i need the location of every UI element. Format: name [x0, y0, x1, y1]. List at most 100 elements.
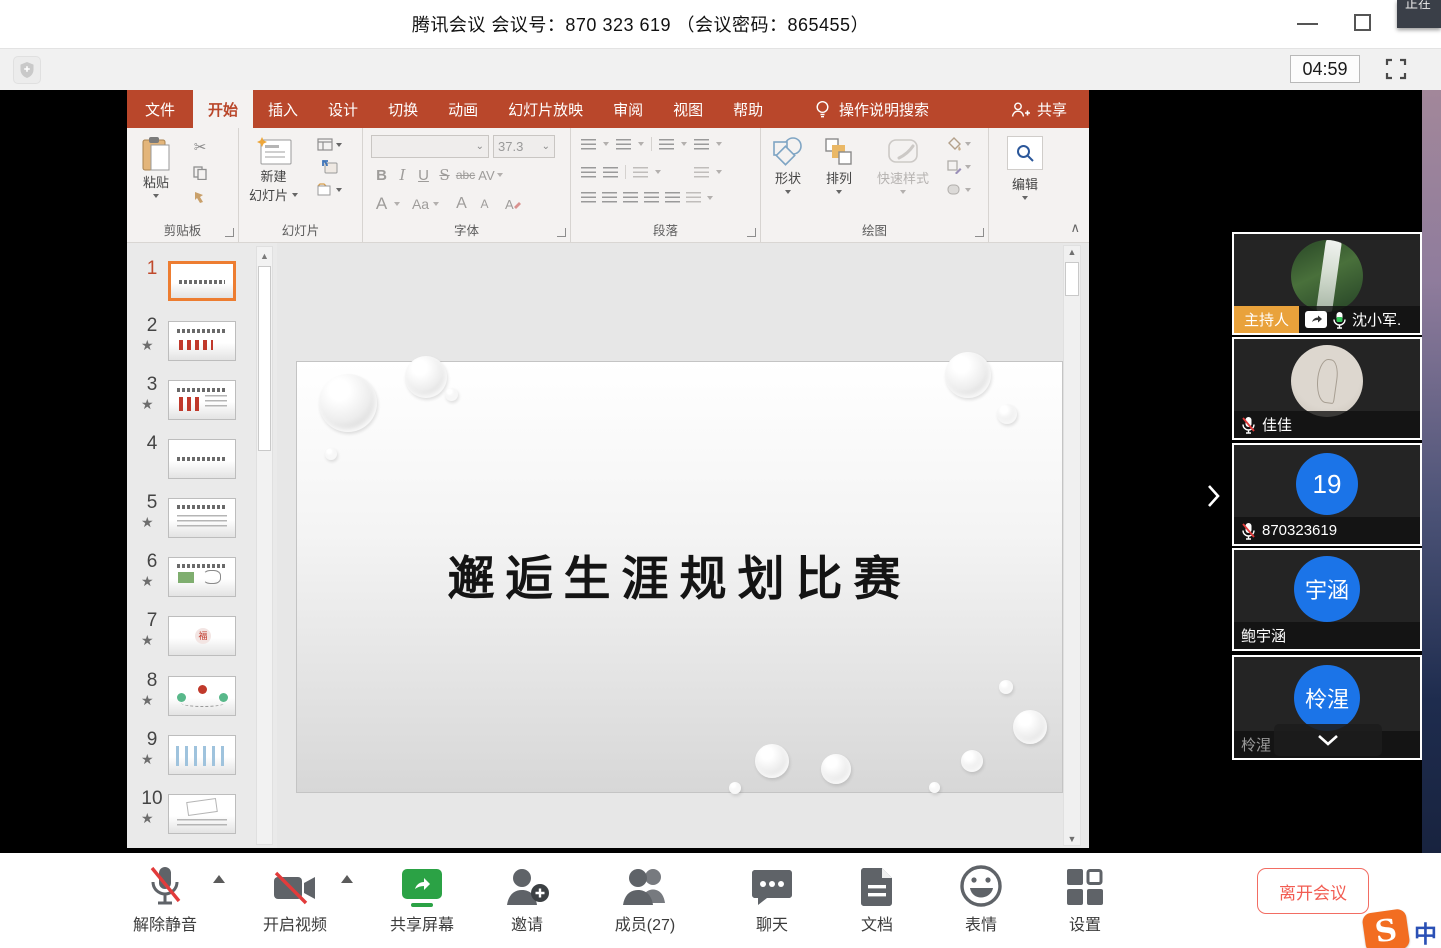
- participant-tile[interactable]: 柃湦 柃湦: [1232, 655, 1422, 760]
- numbering-button[interactable]: [616, 139, 631, 150]
- font-dialog-launcher[interactable]: [557, 228, 566, 237]
- scrollbar-thumb[interactable]: [1065, 262, 1079, 296]
- slide-6-thumb[interactable]: [168, 557, 236, 597]
- character-spacing-button[interactable]: AV: [476, 168, 497, 183]
- scroll-up-arrow-icon[interactable]: ▲: [1064, 247, 1080, 257]
- thumbnail-scrollbar[interactable]: ▲: [256, 246, 273, 845]
- smartart-convert-button[interactable]: [686, 192, 701, 203]
- ppt-share-button[interactable]: 共享: [1011, 90, 1067, 128]
- new-slide-button[interactable]: 新建 幻灯片: [249, 136, 298, 204]
- security-shield-button[interactable]: [13, 56, 41, 84]
- editing-button[interactable]: 编辑: [1007, 136, 1043, 200]
- video-panel-expand-button[interactable]: [1198, 478, 1228, 514]
- tab-home[interactable]: 开始: [193, 90, 253, 128]
- font-size-combo[interactable]: 37.3⌄: [493, 135, 555, 158]
- settings-button[interactable]: 设置: [1035, 861, 1135, 935]
- tab-review[interactable]: 审阅: [598, 90, 658, 128]
- copy-button[interactable]: [193, 166, 207, 180]
- strikethrough-button[interactable]: S: [434, 166, 455, 184]
- tab-design[interactable]: 设计: [313, 90, 373, 128]
- justify-button[interactable]: [644, 192, 659, 203]
- slide-2-thumb[interactable]: [168, 321, 236, 361]
- grow-font-button[interactable]: A: [451, 195, 472, 213]
- chat-button[interactable]: 聊天: [722, 861, 822, 935]
- slide-layout-button[interactable]: [317, 138, 342, 151]
- reset-slide-button[interactable]: [322, 160, 338, 174]
- columns-button[interactable]: [633, 167, 648, 178]
- collapse-ribbon-button[interactable]: ∧: [1070, 220, 1080, 236]
- slide-5-thumb[interactable]: [168, 498, 236, 538]
- slide-3-thumb[interactable]: [168, 380, 236, 420]
- shape-outline-button[interactable]: [947, 160, 971, 174]
- change-case-button[interactable]: Aa: [410, 196, 431, 212]
- tab-transitions[interactable]: 切换: [373, 90, 433, 128]
- clipboard-dialog-launcher[interactable]: [225, 228, 234, 237]
- increase-indent-button[interactable]: [603, 167, 618, 178]
- slide-9-thumb[interactable]: [168, 735, 236, 775]
- spacing-caret[interactable]: [497, 173, 503, 177]
- video-options-caret[interactable]: [341, 875, 353, 883]
- invite-button[interactable]: 邀请: [477, 861, 577, 935]
- font-color-caret[interactable]: [394, 202, 400, 206]
- participant-tile-host[interactable]: 主持人 沈小军.: [1232, 232, 1422, 335]
- bold-button[interactable]: B: [371, 167, 392, 184]
- cut-button[interactable]: ✂: [194, 138, 207, 156]
- underline-button[interactable]: U: [413, 167, 434, 184]
- shape-effects-button[interactable]: [947, 183, 971, 196]
- slide-7-thumb[interactable]: 福: [168, 616, 236, 656]
- quick-styles-button[interactable]: 快速样式: [877, 136, 929, 194]
- share-screen-button[interactable]: 共享屏幕: [372, 861, 472, 935]
- align-center-button[interactable]: [602, 192, 617, 203]
- scroll-up-arrow-icon[interactable]: ▲: [258, 249, 271, 264]
- docs-button[interactable]: 文档: [827, 861, 927, 935]
- shape-fill-button[interactable]: [947, 137, 971, 151]
- maximize-button[interactable]: [1354, 14, 1371, 31]
- drawing-dialog-launcher[interactable]: [975, 228, 984, 237]
- arrange-button[interactable]: 排列: [823, 136, 855, 194]
- shrink-font-button[interactable]: A: [474, 197, 495, 211]
- italic-button[interactable]: I: [392, 166, 413, 184]
- clear-format-small-button[interactable]: abc: [455, 168, 476, 182]
- bullets-button[interactable]: [581, 139, 596, 150]
- slide-8-thumb[interactable]: [168, 676, 236, 716]
- line-spacing-button[interactable]: [659, 139, 674, 150]
- align-right-button[interactable]: [623, 192, 638, 203]
- distribute-button[interactable]: [665, 192, 680, 203]
- participant-tile[interactable]: 佳佳: [1232, 337, 1422, 440]
- font-name-combo[interactable]: ⌄: [371, 135, 489, 158]
- mic-options-caret[interactable]: [213, 875, 225, 883]
- paste-button[interactable]: 粘贴: [141, 136, 171, 198]
- paragraph-dialog-launcher[interactable]: [747, 228, 756, 237]
- text-direction-button[interactable]: [694, 139, 709, 150]
- sogou-ime-icon[interactable]: S: [1361, 908, 1410, 948]
- emoji-button[interactable]: 表情: [931, 861, 1031, 935]
- ime-mode-indicator[interactable]: 中: [1414, 915, 1437, 948]
- fullscreen-button[interactable]: [1384, 57, 1408, 81]
- start-video-button[interactable]: 开启视频: [245, 861, 345, 935]
- unmute-button[interactable]: 解除静音: [115, 861, 215, 935]
- collapse-videos-button[interactable]: [1274, 724, 1382, 756]
- canvas-scrollbar[interactable]: ▲ ▼: [1063, 245, 1081, 846]
- tab-animations[interactable]: 动画: [433, 90, 493, 128]
- scrollbar-thumb[interactable]: [258, 266, 271, 451]
- participant-tile[interactable]: 宇涵 鲍宇涵: [1232, 548, 1422, 651]
- tab-file[interactable]: 文件: [127, 90, 193, 128]
- tab-insert[interactable]: 插入: [253, 90, 313, 128]
- tab-view[interactable]: 视图: [658, 90, 718, 128]
- tell-me-search[interactable]: 操作说明搜索: [815, 90, 929, 128]
- slide-4-thumb[interactable]: [168, 439, 236, 479]
- format-painter-button[interactable]: [193, 190, 207, 203]
- align-left-button[interactable]: [581, 192, 596, 203]
- align-text-button[interactable]: [694, 167, 709, 178]
- scroll-down-arrow-icon[interactable]: ▼: [1064, 834, 1080, 844]
- members-button[interactable]: 成员(27): [595, 861, 695, 935]
- case-caret[interactable]: [433, 202, 439, 206]
- slide-1-thumb[interactable]: [168, 261, 236, 301]
- clear-formatting-button[interactable]: A: [505, 197, 521, 212]
- tab-help[interactable]: 帮助: [718, 90, 778, 128]
- leave-meeting-button[interactable]: 离开会议: [1257, 868, 1369, 914]
- tab-slideshow[interactable]: 幻灯片放映: [493, 90, 598, 128]
- shapes-button[interactable]: 形状: [771, 136, 805, 194]
- section-button[interactable]: [317, 183, 342, 196]
- font-color-button[interactable]: A: [371, 194, 392, 214]
